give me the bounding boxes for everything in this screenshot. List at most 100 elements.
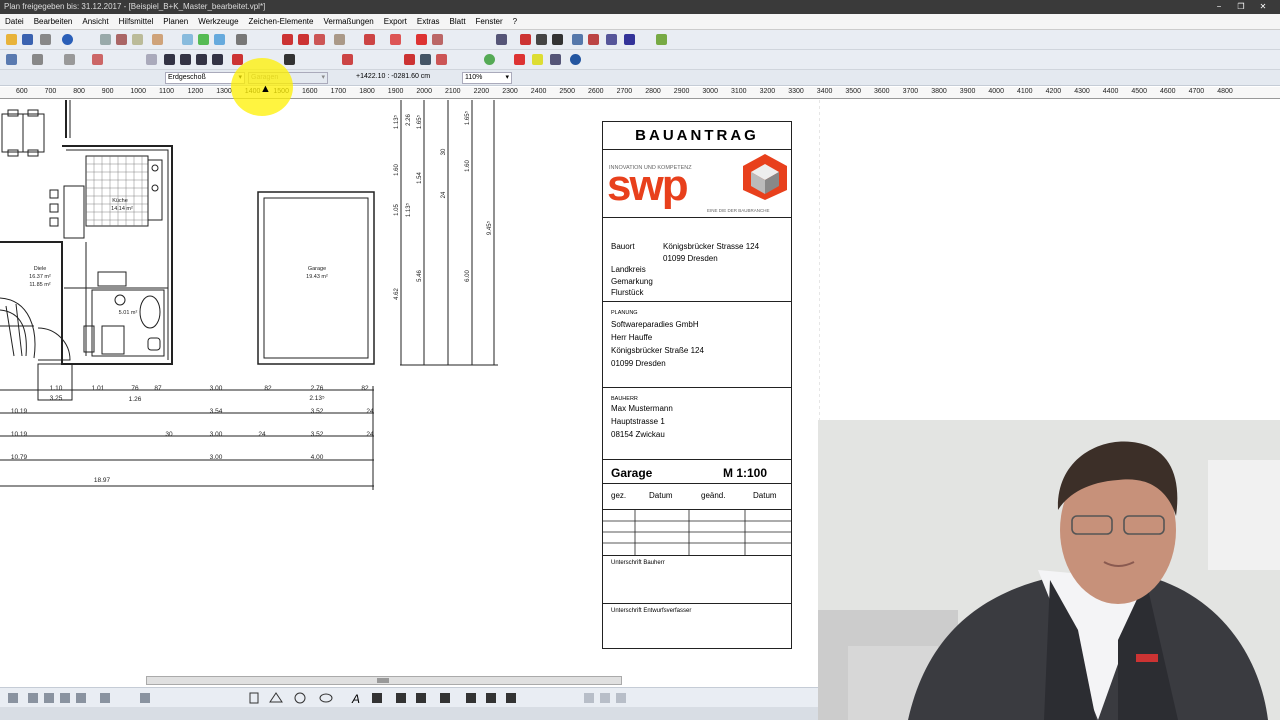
menu-werkzeuge[interactable]: Werkzeuge: [193, 14, 243, 30]
paste-icon[interactable]: [132, 34, 143, 45]
menu-datei[interactable]: Datei: [0, 14, 29, 30]
text-icon[interactable]: [552, 34, 563, 45]
pen-tool-icon[interactable]: [372, 693, 382, 703]
svg-text:10.19: 10.19: [11, 431, 28, 438]
door-icon[interactable]: [298, 34, 309, 45]
layer-tool-icon[interactable]: [466, 693, 476, 703]
cut-icon[interactable]: [116, 34, 127, 45]
ruler-tick-label: 2000: [416, 88, 432, 95]
zoom-tool-icon[interactable]: [28, 693, 38, 703]
copy-icon[interactable]: [100, 34, 111, 45]
menu-hilfsmittel[interactable]: Hilfsmittel: [114, 14, 159, 30]
select-tool-icon[interactable]: [8, 693, 18, 703]
arrow-left-icon[interactable]: [584, 693, 594, 703]
menu-bearbeiten[interactable]: Bearbeiten: [29, 14, 78, 30]
rotate-icon[interactable]: [432, 34, 443, 45]
wall-icon[interactable]: [282, 34, 293, 45]
page-icon[interactable]: [249, 692, 259, 704]
ruler-tick-label: 2900: [673, 88, 690, 95]
maximize-button[interactable]: ❐: [1230, 0, 1252, 14]
wall-type-icon[interactable]: [164, 54, 175, 65]
undo-icon[interactable]: [60, 693, 70, 703]
cross-icon[interactable]: [514, 54, 525, 65]
svg-text:87: 87: [154, 385, 162, 392]
redo-icon[interactable]: [76, 693, 86, 703]
zoom-select[interactable]: 110%: [462, 72, 512, 84]
mirror-icon[interactable]: [436, 54, 447, 65]
euro-icon[interactable]: [570, 54, 581, 65]
color-icon[interactable]: [656, 34, 667, 45]
window-icon[interactable]: [314, 34, 325, 45]
ortho-icon[interactable]: [140, 693, 150, 703]
curve-tool-icon[interactable]: [396, 693, 406, 703]
brush-icon[interactable]: [284, 54, 295, 65]
open-icon[interactable]: [6, 34, 17, 45]
ellipse-tool-icon[interactable]: [319, 693, 333, 703]
floors-icon[interactable]: [64, 54, 75, 65]
roof-icon[interactable]: [364, 34, 375, 45]
b-icon[interactable]: [180, 54, 191, 65]
stamp-icon[interactable]: [342, 54, 353, 65]
menu-ansicht[interactable]: Ansicht: [77, 14, 113, 30]
save-icon[interactable]: [22, 34, 33, 45]
scrollbar-thumb[interactable]: [377, 678, 389, 683]
home-icon[interactable]: [6, 54, 17, 65]
arrow-right-icon[interactable]: [600, 693, 610, 703]
print-icon[interactable]: [40, 34, 51, 45]
horizontal-scrollbar[interactable]: [146, 676, 622, 685]
s-icon[interactable]: [196, 54, 207, 65]
house-icon[interactable]: [32, 54, 43, 65]
room-area-kueche: 14.14 m²: [111, 206, 133, 212]
stairs-icon[interactable]: [334, 34, 345, 45]
calc-icon[interactable]: [550, 54, 561, 65]
line-icon[interactable]: [536, 34, 547, 45]
menu-export[interactable]: Export: [379, 14, 412, 30]
text-tool-icon[interactable]: A: [351, 692, 360, 706]
pin-icon[interactable]: [532, 54, 543, 65]
dimension-icon[interactable]: [520, 34, 531, 45]
menu-zeichen-elemente[interactable]: Zeichen-Elemente: [244, 14, 319, 30]
frame-icon[interactable]: [624, 34, 635, 45]
line-style-icon[interactable]: [440, 693, 450, 703]
menu-help[interactable]: ?: [508, 14, 522, 30]
frame2-icon[interactable]: [420, 54, 431, 65]
menu-extras[interactable]: Extras: [412, 14, 445, 30]
measure-icon[interactable]: [236, 34, 247, 45]
minimize-button[interactable]: −: [1208, 0, 1230, 14]
hand-icon[interactable]: [152, 34, 163, 45]
layers-icon[interactable]: [182, 34, 193, 45]
pencil-icon[interactable]: [390, 34, 401, 45]
fill-tool-icon[interactable]: [486, 693, 496, 703]
triangle-tool-icon[interactable]: [269, 692, 283, 703]
symbol-icon[interactable]: [606, 34, 617, 45]
refresh-icon[interactable]: [616, 693, 626, 703]
snap-icon[interactable]: [214, 34, 225, 45]
menu-fenster[interactable]: Fenster: [471, 14, 508, 30]
building-icon[interactable]: [92, 54, 103, 65]
ruler-tick-label: 2100: [445, 88, 461, 95]
circle-tool-icon[interactable]: [294, 692, 306, 704]
grid-icon[interactable]: [198, 34, 209, 45]
image-icon[interactable]: [588, 34, 599, 45]
globe-icon[interactable]: [62, 34, 73, 45]
snap-grid-icon[interactable]: [100, 693, 110, 703]
settings-tool-icon[interactable]: [506, 693, 516, 703]
delete-icon[interactable]: [232, 54, 243, 65]
ruler-tick-label: 3700: [902, 88, 919, 95]
room-area-garage: 19.43 m²: [306, 274, 328, 280]
r-icon[interactable]: [212, 54, 223, 65]
close-button[interactable]: ✕: [1252, 0, 1274, 14]
view-icon[interactable]: [146, 54, 157, 65]
table-icon[interactable]: [496, 34, 507, 45]
menu-vermassungen[interactable]: Vermaßungen: [318, 14, 378, 30]
move-icon[interactable]: [404, 54, 415, 65]
ruler-tick-label: 2600: [588, 88, 604, 95]
menu-planen[interactable]: Planen: [158, 14, 193, 30]
menu-blatt[interactable]: Blatt: [445, 14, 471, 30]
pan-tool-icon[interactable]: [44, 693, 54, 703]
arrow-icon[interactable]: [416, 34, 427, 45]
hatch-tool-icon[interactable]: [416, 693, 426, 703]
hatch-icon[interactable]: [572, 34, 583, 45]
ruler-tick-label: 4600: [1160, 88, 1176, 95]
circle-icon[interactable]: [484, 54, 495, 65]
